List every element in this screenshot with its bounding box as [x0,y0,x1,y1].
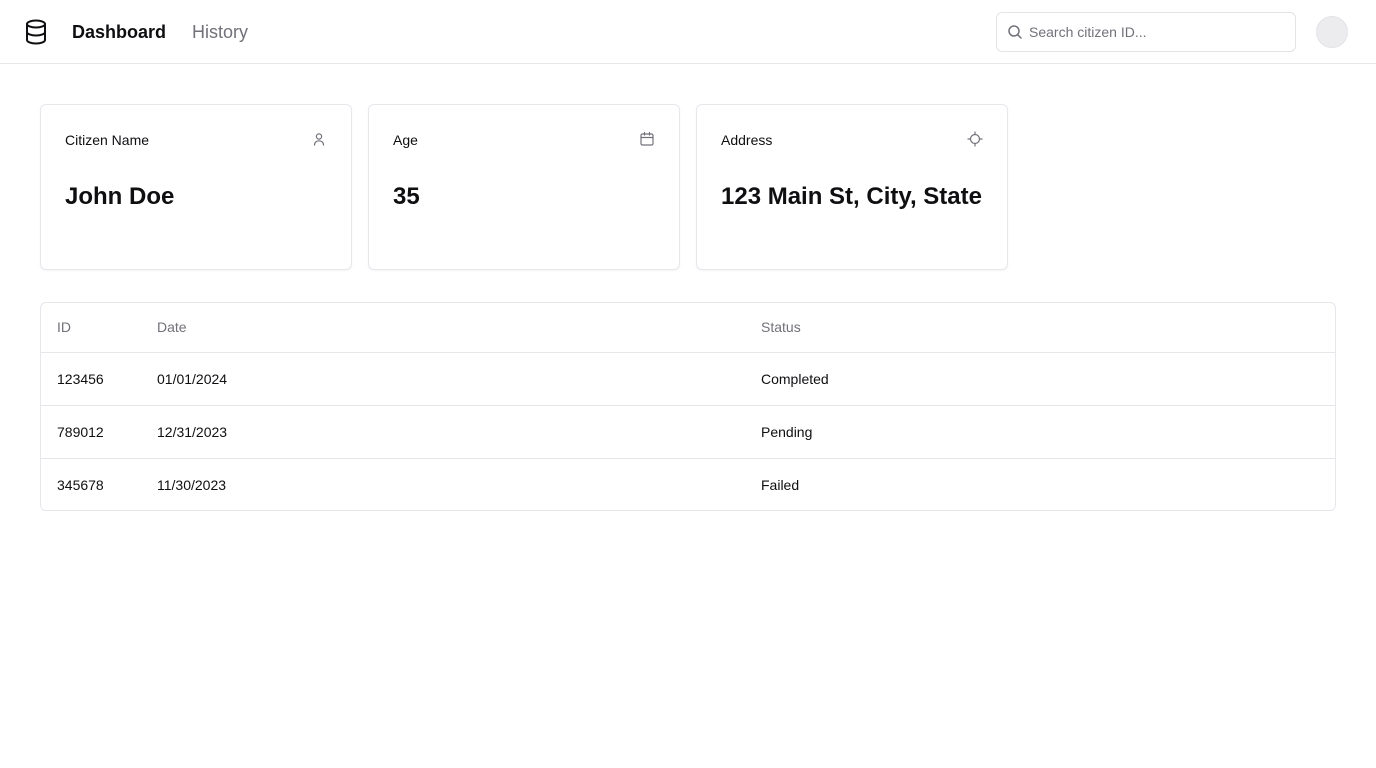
cell-date: 01/01/2024 [141,352,745,406]
address-card: Address 123 Main St, City, State [696,104,1008,270]
column-header-date[interactable]: Date [141,303,745,353]
table-row[interactable]: 123456 01/01/2024 Completed [41,352,1335,406]
avatar[interactable] [1316,16,1348,48]
table-row[interactable]: 789012 12/31/2023 Pending [41,405,1335,459]
card-label: Age [393,132,418,148]
cell-date: 11/30/2023 [157,476,227,493]
column-header-id[interactable]: ID [41,303,141,353]
history-table: ID Date Status 123456 01/01/2024 Complet… [40,302,1336,511]
table-header-row: ID Date Status [41,303,1335,353]
crosshair-icon [967,131,983,147]
nav-dashboard-link[interactable]: Dashboard [72,20,166,44]
card-label: Address [721,132,773,148]
cell-id: 345678 [57,476,104,493]
age-card: Age 35 [368,104,680,270]
database-icon[interactable] [24,19,48,45]
card-value: 123 Main St, City, State [721,183,982,210]
card-value: 35 [393,183,420,210]
user-icon [313,133,325,146]
top-navbar: Dashboard History [0,0,1376,64]
search-box[interactable] [996,12,1296,52]
nav-history-link[interactable]: History [192,20,248,44]
cell-status: Completed [745,352,1335,406]
card-label: Citizen Name [65,132,150,148]
cell-status: Failed [761,476,800,493]
citizen-name-card: Citizen Name John Doe [40,104,352,270]
search-input[interactable] [1029,13,1291,51]
cell-id: 123456 [41,352,141,406]
calendar-icon [640,131,654,146]
column-header-status[interactable]: Status [745,303,1335,353]
cell-status: Pending [745,405,1335,459]
table-row[interactable]: 345678 11/30/2023 Failed [41,458,1335,510]
table: ID Date Status 123456 01/01/2024 Complet… [41,303,1335,510]
search-icon [1008,25,1022,39]
cell-date: 12/31/2023 [141,405,745,459]
card-value: John Doe [65,183,175,210]
cell-id: 789012 [41,405,141,459]
